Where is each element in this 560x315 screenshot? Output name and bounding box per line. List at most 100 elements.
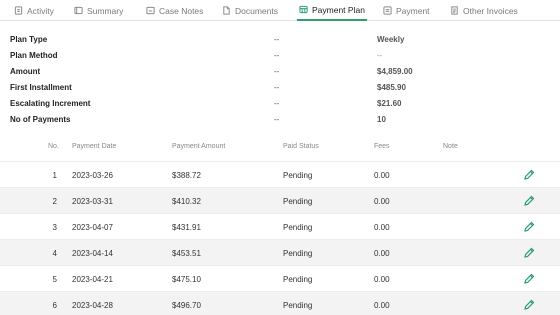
cell-no: 6 [52,301,57,310]
pencil-icon [524,299,535,310]
payment-plan-icon [299,5,308,14]
cell-fees: 0.00 [374,197,390,206]
pencil-icon [524,169,535,180]
edit-row-button[interactable] [523,169,535,181]
summary-row-plan-type: Plan Type -- Weekly [0,31,560,47]
cell-paid-status: Pending [283,301,313,310]
cell-payment-amount: $410.32 [172,197,201,206]
summary-label: Amount [10,66,41,76]
cell-payment-amount: $496.70 [172,301,201,310]
summary-label: No of Payments [10,114,71,124]
edit-row-button[interactable] [523,273,535,285]
tab-documents[interactable]: Documents [222,0,278,21]
cell-fees: 0.00 [374,275,390,284]
summary-dash: -- [274,82,280,92]
other-invoices-icon [451,6,458,15]
tab-label: Documents [235,5,278,16]
cell-no: 2 [52,197,57,206]
tab-payment[interactable]: Payment [383,0,430,21]
summary-dash: -- [274,98,280,108]
summary-value: $485.90 [377,82,406,92]
tab-label: Case Notes [159,5,204,16]
table-row: 1 2023-03-26 $388.72 Pending 0.00 [0,161,560,187]
column-header-no: No. [48,143,59,150]
summary-label: First Installment [10,82,72,92]
cell-no: 4 [52,249,57,258]
cell-payment-date: 2023-04-21 [72,275,113,284]
tab-other-invoices[interactable]: Other Invoices [450,0,518,21]
tab-label: Payment Plan [312,4,365,15]
tab-activity[interactable]: Activity [14,0,54,21]
table-row: 2 2023-03-31 $410.32 Pending 0.00 [0,187,560,213]
cell-no: 3 [52,223,57,232]
pencil-icon [524,273,535,284]
cell-fees: 0.00 [374,301,390,310]
cell-no: 5 [52,275,57,284]
table-row: 3 2023-04-07 $431.91 Pending 0.00 [0,213,560,239]
cell-payment-date: 2023-04-28 [72,301,113,310]
cell-paid-status: Pending [283,171,313,180]
column-header-note: Note [443,143,458,150]
summary-label: Plan Type [10,34,48,44]
pencil-icon [524,221,535,232]
tab-label: Other Invoices [463,5,518,16]
documents-icon [223,6,230,15]
column-header-paid-status: Paid Status [283,143,319,150]
cell-paid-status: Pending [283,249,313,258]
case-notes-icon [146,6,155,15]
summary-dash: -- [274,114,280,124]
summary-value: $4,859.00 [377,66,413,76]
tab-case-notes[interactable]: Case Notes [146,0,203,21]
summary-dash: -- [274,66,280,76]
summary-label: Plan Method [10,50,58,60]
summary-value: 10 [377,114,386,124]
cell-payment-amount: $453.51 [172,249,201,258]
column-header-fees: Fees [374,143,390,150]
summary-row-first-installment: First Installment -- $485.90 [0,79,560,95]
cell-paid-status: Pending [283,275,313,284]
cell-paid-status: Pending [283,197,313,206]
summary-dash: -- [274,34,280,44]
summary-row-amount: Amount -- $4,859.00 [0,63,560,79]
edit-row-button[interactable] [523,247,535,259]
tab-payment-plan[interactable]: Payment Plan [297,0,367,21]
cell-paid-status: Pending [283,223,313,232]
summary-dash: -- [274,50,280,60]
tab-bar: Activity Summary Case Notes Documents Pa… [0,0,560,21]
summary-row-escalating-increment: Escalating Increment -- $21.60 [0,95,560,111]
column-header-payment-date: Payment Date [72,143,117,150]
tab-summary[interactable]: Summary [74,0,123,21]
cell-no: 1 [52,171,57,180]
activity-icon [14,6,23,15]
edit-row-button[interactable] [523,195,535,207]
cell-payment-amount: $388.72 [172,171,201,180]
cell-fees: 0.00 [374,171,390,180]
cell-payment-amount: $431.91 [172,223,201,232]
summary-icon [74,6,83,15]
cell-payment-date: 2023-04-07 [72,223,113,232]
tab-label: Summary [87,5,124,16]
cell-payment-date: 2023-03-31 [72,197,113,206]
summary-value: -- [377,50,383,60]
tab-label: Payment [396,5,430,16]
pencil-icon [524,247,535,258]
cell-payment-date: 2023-03-26 [72,171,113,180]
edit-row-button[interactable] [523,221,535,233]
cell-fees: 0.00 [374,249,390,258]
table-row: 6 2023-04-28 $496.70 Pending 0.00 [0,291,560,315]
cell-payment-date: 2023-04-14 [72,249,113,258]
summary-row-no-of-payments: No of Payments -- 10 [0,111,560,127]
table-row: 5 2023-04-21 $475.10 Pending 0.00 [0,265,560,291]
pencil-icon [524,195,535,206]
payments-table-header: No. Payment Date Payment Amount Paid Sta… [0,138,560,156]
edit-row-button[interactable] [523,299,535,311]
summary-value: $21.60 [377,98,402,108]
column-header-payment-amount: Payment Amount [172,143,226,150]
cell-fees: 0.00 [374,223,390,232]
cell-payment-amount: $475.10 [172,275,201,284]
table-row: 4 2023-04-14 $453.51 Pending 0.00 [0,239,560,265]
summary-row-plan-method: Plan Method -- -- [0,47,560,63]
payment-icon [383,6,392,15]
tab-label: Activity [27,5,54,16]
summary-value: Weekly [377,34,405,44]
